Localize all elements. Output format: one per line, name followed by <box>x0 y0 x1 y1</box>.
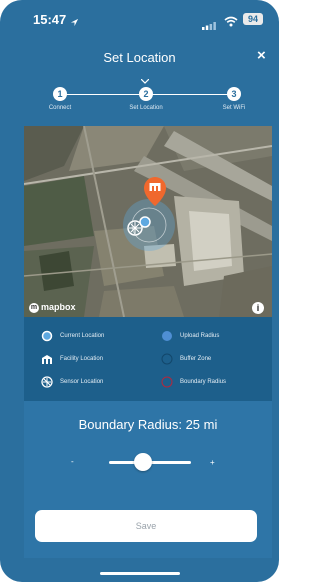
legend-current-location: Current Location <box>60 333 105 339</box>
satellite-map[interactable]: m mapbox i <box>24 126 272 317</box>
upload-radius-icon <box>161 329 173 347</box>
legend-facility-location: Facility Location <box>60 356 104 362</box>
step-3-label: Set WiFi <box>222 105 246 111</box>
radius-slider[interactable] <box>109 453 191 471</box>
legend-upload-radius: Upload Radius <box>180 333 220 339</box>
map-info-button[interactable]: i <box>252 302 264 314</box>
facility-icon <box>41 352 53 370</box>
mapbox-label: mapbox <box>41 302 76 312</box>
radius-slider-knob[interactable] <box>134 453 153 471</box>
location-arrow-icon <box>70 14 79 32</box>
radius-min-label: - <box>71 457 74 466</box>
buffer-zone-icon <box>161 352 173 370</box>
close-button[interactable]: × <box>257 47 266 64</box>
wifi-icon <box>224 14 238 32</box>
status-time: 15:47 <box>33 12 67 27</box>
mapbox-logo-icon: m <box>29 302 39 313</box>
sensor-icon <box>41 375 53 393</box>
step-3-circle: 3 <box>227 87 241 101</box>
legend-sensor-location: Sensor Location <box>60 379 104 385</box>
step-2-label: Set Location <box>129 105 163 111</box>
radius-max-label: + <box>210 458 215 467</box>
boundary-radius-icon <box>161 375 173 393</box>
step-2-circle: 2 <box>139 87 153 101</box>
page-title: Set Location <box>103 50 176 65</box>
current-location-icon <box>41 329 53 347</box>
status-bar: 15:47 94 <box>0 0 279 40</box>
map-legend: Current Location Facility Location Senso… <box>24 317 272 401</box>
home-indicator <box>100 572 180 575</box>
legend-boundary-radius: Boundary Radius <box>180 379 227 385</box>
step-1-circle: 1 <box>53 87 67 101</box>
battery-icon: 94 <box>243 13 263 25</box>
legend-buffer-zone: Buffer Zone <box>180 356 212 362</box>
step-1-label: Connect <box>48 105 72 111</box>
progress-stepper: 1 Connect 2 Set Location 3 Set WiFi <box>0 84 279 120</box>
boundary-radius-title: Boundary Radius: 25 mi <box>78 417 218 432</box>
mapbox-attribution: m mapbox <box>29 302 76 313</box>
phone-screen: 15:47 94 Set Location × 1 Connect 2 Set … <box>0 0 279 582</box>
signal-icon <box>202 17 216 35</box>
save-button[interactable]: Save <box>35 510 257 542</box>
map-imagery <box>24 126 272 317</box>
radius-panel: Boundary Radius: 25 mi - + Save <box>24 401 272 558</box>
